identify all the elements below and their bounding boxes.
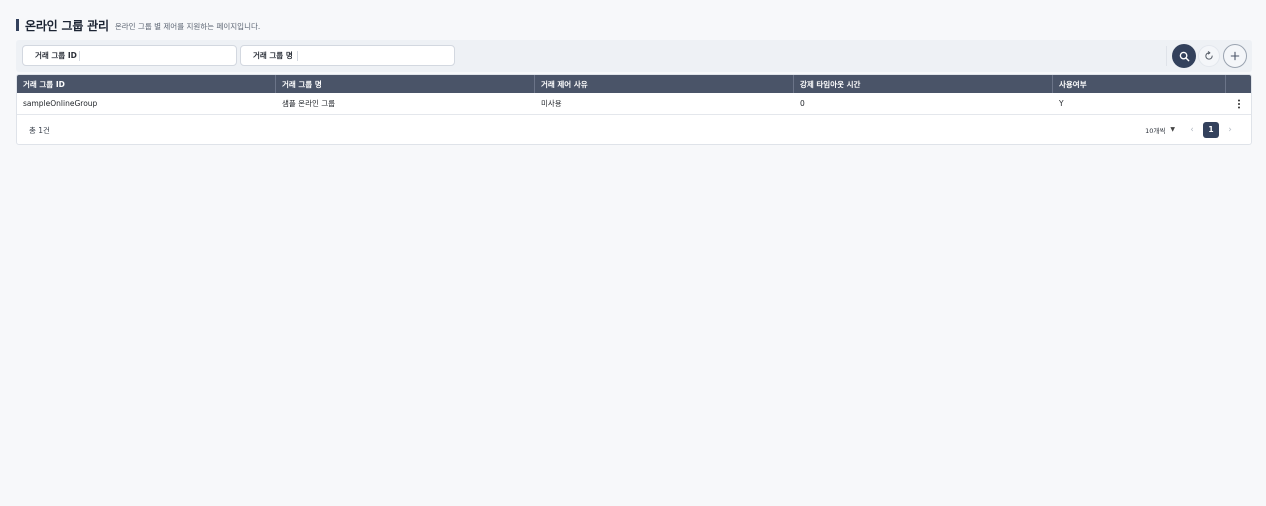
pagination: 10개씩 ▼ ‹ 1 ›	[1145, 121, 1237, 138]
page-title: 온라인 그룹 관리	[25, 18, 109, 33]
cell-group-name: 샘플 온라인 그룹	[282, 99, 336, 108]
page-header: 온라인 그룹 관리 온라인 그룹 별 제어를 지원하는 페이지입니다.	[16, 17, 260, 33]
cell-use-yn: Y	[1059, 99, 1064, 108]
group-id-field: 거래 그룹 ID	[22, 45, 237, 66]
reset-icon	[1205, 51, 1213, 60]
group-name-field: 거래 그룹 명	[240, 45, 455, 66]
column-header-group-id[interactable]: 거래 그룹 ID	[17, 75, 276, 93]
cell-group-id: sampleOnlineGroup	[23, 99, 98, 108]
title-accent-bar	[16, 19, 19, 31]
page-size-select[interactable]: 10개씩 ▼	[1145, 125, 1175, 135]
add-button[interactable]	[1223, 44, 1247, 68]
group-table: 거래 그룹 ID 거래 그룹 명 거래 제어 사유 강제 타임아웃 시간 사용여…	[16, 74, 1252, 145]
plus-icon	[1230, 51, 1240, 61]
group-name-label: 거래 그룹 명	[253, 51, 293, 60]
caret-down-icon: ▼	[1170, 126, 1175, 133]
search-icon	[1179, 51, 1189, 61]
column-header-control-reason[interactable]: 거래 제어 사유	[535, 75, 794, 93]
reset-button[interactable]	[1198, 45, 1220, 67]
search-area: 거래 그룹 ID 거래 그룹 명	[16, 40, 1252, 72]
column-header-actions	[1226, 75, 1251, 93]
next-page-icon[interactable]: ›	[1223, 125, 1237, 135]
page-size-value: 10개씩	[1145, 126, 1166, 135]
cell-control-reason: 미사용	[541, 99, 562, 108]
table-footer: 총 1건 10개씩 ▼ ‹ 1 ›	[17, 115, 1251, 144]
column-header-group-name[interactable]: 거래 그룹 명	[276, 75, 535, 93]
table-row[interactable]: sampleOnlineGroup 샘플 온라인 그룹 미사용 0 Y	[17, 93, 1251, 115]
row-more-button[interactable]	[1226, 93, 1251, 114]
column-header-use-yn[interactable]: 사용여부	[1053, 75, 1226, 93]
group-name-input[interactable]	[304, 47, 454, 64]
table-header: 거래 그룹 ID 거래 그룹 명 거래 제어 사유 강제 타임아웃 시간 사용여…	[17, 75, 1251, 93]
more-vertical-icon	[1237, 99, 1240, 108]
page-description: 온라인 그룹 별 제어를 지원하는 페이지입니다.	[114, 21, 261, 31]
group-id-label: 거래 그룹 ID	[35, 51, 77, 60]
group-id-input[interactable]	[86, 47, 236, 64]
search-button[interactable]	[1172, 44, 1196, 68]
total-count: 총 1건	[29, 125, 50, 135]
field-separator	[79, 50, 80, 61]
field-separator	[297, 50, 298, 61]
page-number-current[interactable]: 1	[1203, 121, 1219, 138]
column-header-timeout[interactable]: 강제 타임아웃 시간	[794, 75, 1053, 93]
toolbar-divider	[1166, 46, 1167, 66]
cell-timeout: 0	[800, 99, 805, 108]
prev-page-icon[interactable]: ‹	[1185, 125, 1199, 135]
